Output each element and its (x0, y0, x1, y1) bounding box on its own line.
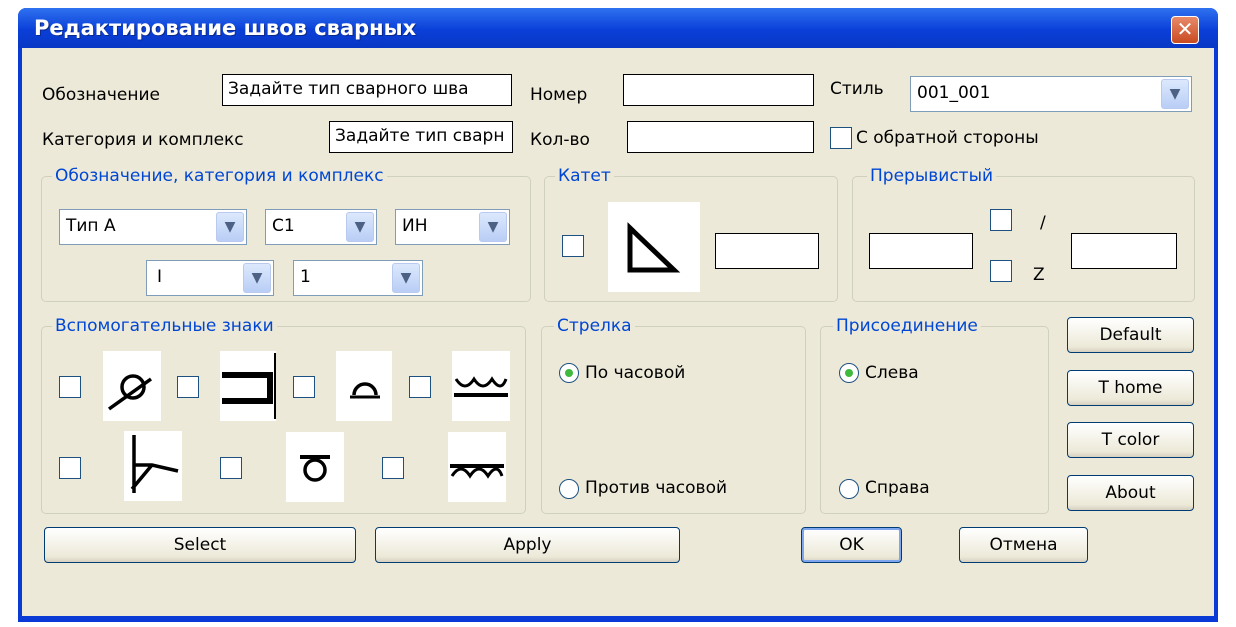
style-label: Стиль (830, 79, 884, 99)
num-value: 1 (300, 267, 311, 287)
default-button[interactable]: Default (1067, 317, 1194, 353)
counterclockwise-radio[interactable] (559, 479, 579, 499)
in-select[interactable]: ИН ▼ (395, 209, 510, 245)
leg-triangle-icon (608, 202, 700, 292)
type-value: Тип А (66, 216, 116, 236)
intermittent-left-field[interactable] (869, 233, 973, 269)
aux-ring-checkbox[interactable] (220, 457, 242, 479)
t-color-button[interactable]: T color (1067, 422, 1194, 458)
c-value: С1 (272, 216, 295, 236)
counterclockwise-label: Против часовой (585, 478, 728, 498)
aux-convex-checkbox[interactable] (382, 457, 404, 479)
chevron-down-icon[interactable]: ▼ (346, 212, 374, 242)
radio-selected-dot (845, 369, 853, 377)
chevron-down-icon[interactable]: ▼ (1161, 79, 1189, 109)
z-checkbox[interactable] (990, 260, 1012, 282)
roman-select[interactable]: I ▼ (146, 260, 274, 296)
intermittent-right-field[interactable] (1071, 233, 1177, 269)
join-left-radio[interactable] (839, 363, 859, 383)
auxiliary-signs-group-title: Вспомогательные знаки (52, 316, 277, 336)
ring-weld-icon (286, 432, 344, 502)
reverse-side-checkbox[interactable] (830, 127, 852, 149)
designation-label: Обозначение (42, 85, 160, 105)
ok-button[interactable]: OK (801, 527, 902, 563)
clockwise-radio[interactable] (559, 363, 579, 383)
aux-circle-checkbox[interactable] (59, 376, 81, 398)
cancel-button[interactable]: Отмена (959, 527, 1088, 563)
aux-bracket-checkbox[interactable] (177, 376, 199, 398)
category-label: Категория и комплекс (42, 130, 244, 150)
weld-around-icon (103, 351, 161, 421)
number-label: Номер (530, 85, 588, 105)
convex-surface-icon (448, 432, 506, 502)
clockwise-label: По часовой (585, 363, 686, 383)
aux-tee-checkbox[interactable] (59, 457, 81, 479)
concave-surface-icon (452, 351, 510, 421)
designation-group-title: Обозначение, категория и комплекс (52, 166, 387, 186)
in-value: ИН (402, 216, 428, 236)
tee-joint-icon (124, 431, 182, 501)
join-left-label: Слева (865, 363, 919, 383)
apply-button[interactable]: Apply (375, 527, 680, 563)
count-field[interactable] (627, 121, 814, 153)
radio-selected-dot (565, 369, 573, 377)
leg-field[interactable] (715, 233, 819, 269)
leg-checkbox[interactable] (562, 235, 584, 257)
aux-arc-checkbox[interactable] (293, 376, 315, 398)
chevron-down-icon[interactable]: ▼ (216, 212, 244, 242)
chevron-down-icon[interactable]: ▼ (479, 212, 507, 242)
arrow-group-title: Стрелка (554, 316, 635, 336)
chevron-down-icon[interactable]: ▼ (243, 263, 271, 293)
slash-label: / (1040, 213, 1046, 233)
aux-concave-checkbox[interactable] (409, 376, 431, 398)
c-select[interactable]: С1 ▼ (265, 209, 377, 245)
designation-field[interactable]: Задайте тип сварного шва (222, 74, 512, 106)
window-title: Редактирование швов сварных (34, 16, 417, 40)
convex-arc-icon (336, 351, 392, 421)
number-field[interactable] (623, 74, 814, 106)
num-select[interactable]: 1 ▼ (293, 260, 423, 296)
z-label: Z (1033, 265, 1045, 285)
title-bar[interactable]: Редактирование швов сварных ✕ (18, 8, 1218, 48)
category-field[interactable]: Задайте тип сварн (329, 121, 513, 153)
about-button[interactable]: About (1067, 475, 1194, 511)
slash-checkbox[interactable] (990, 209, 1012, 231)
count-label: Кол-во (530, 130, 590, 150)
roman-value: I (157, 267, 163, 287)
join-group-title: Присоединение (833, 316, 981, 336)
bracket-weld-icon (220, 351, 276, 421)
style-value: 001_001 (917, 83, 991, 103)
close-button[interactable]: ✕ (1171, 16, 1199, 44)
join-right-label: Справа (865, 478, 930, 498)
select-button[interactable]: Select (44, 527, 356, 563)
intermittent-group-title: Прерывистый (867, 166, 997, 186)
leg-group-title: Катет (555, 166, 614, 186)
close-icon: ✕ (1176, 17, 1194, 41)
t-home-button[interactable]: T home (1067, 370, 1194, 406)
join-right-radio[interactable] (839, 479, 859, 499)
chevron-down-icon[interactable]: ▼ (392, 263, 420, 293)
type-select[interactable]: Тип А ▼ (59, 209, 247, 245)
reverse-side-label: С обратной стороны (856, 128, 1039, 148)
style-select[interactable]: 001_001 ▼ (910, 76, 1192, 112)
